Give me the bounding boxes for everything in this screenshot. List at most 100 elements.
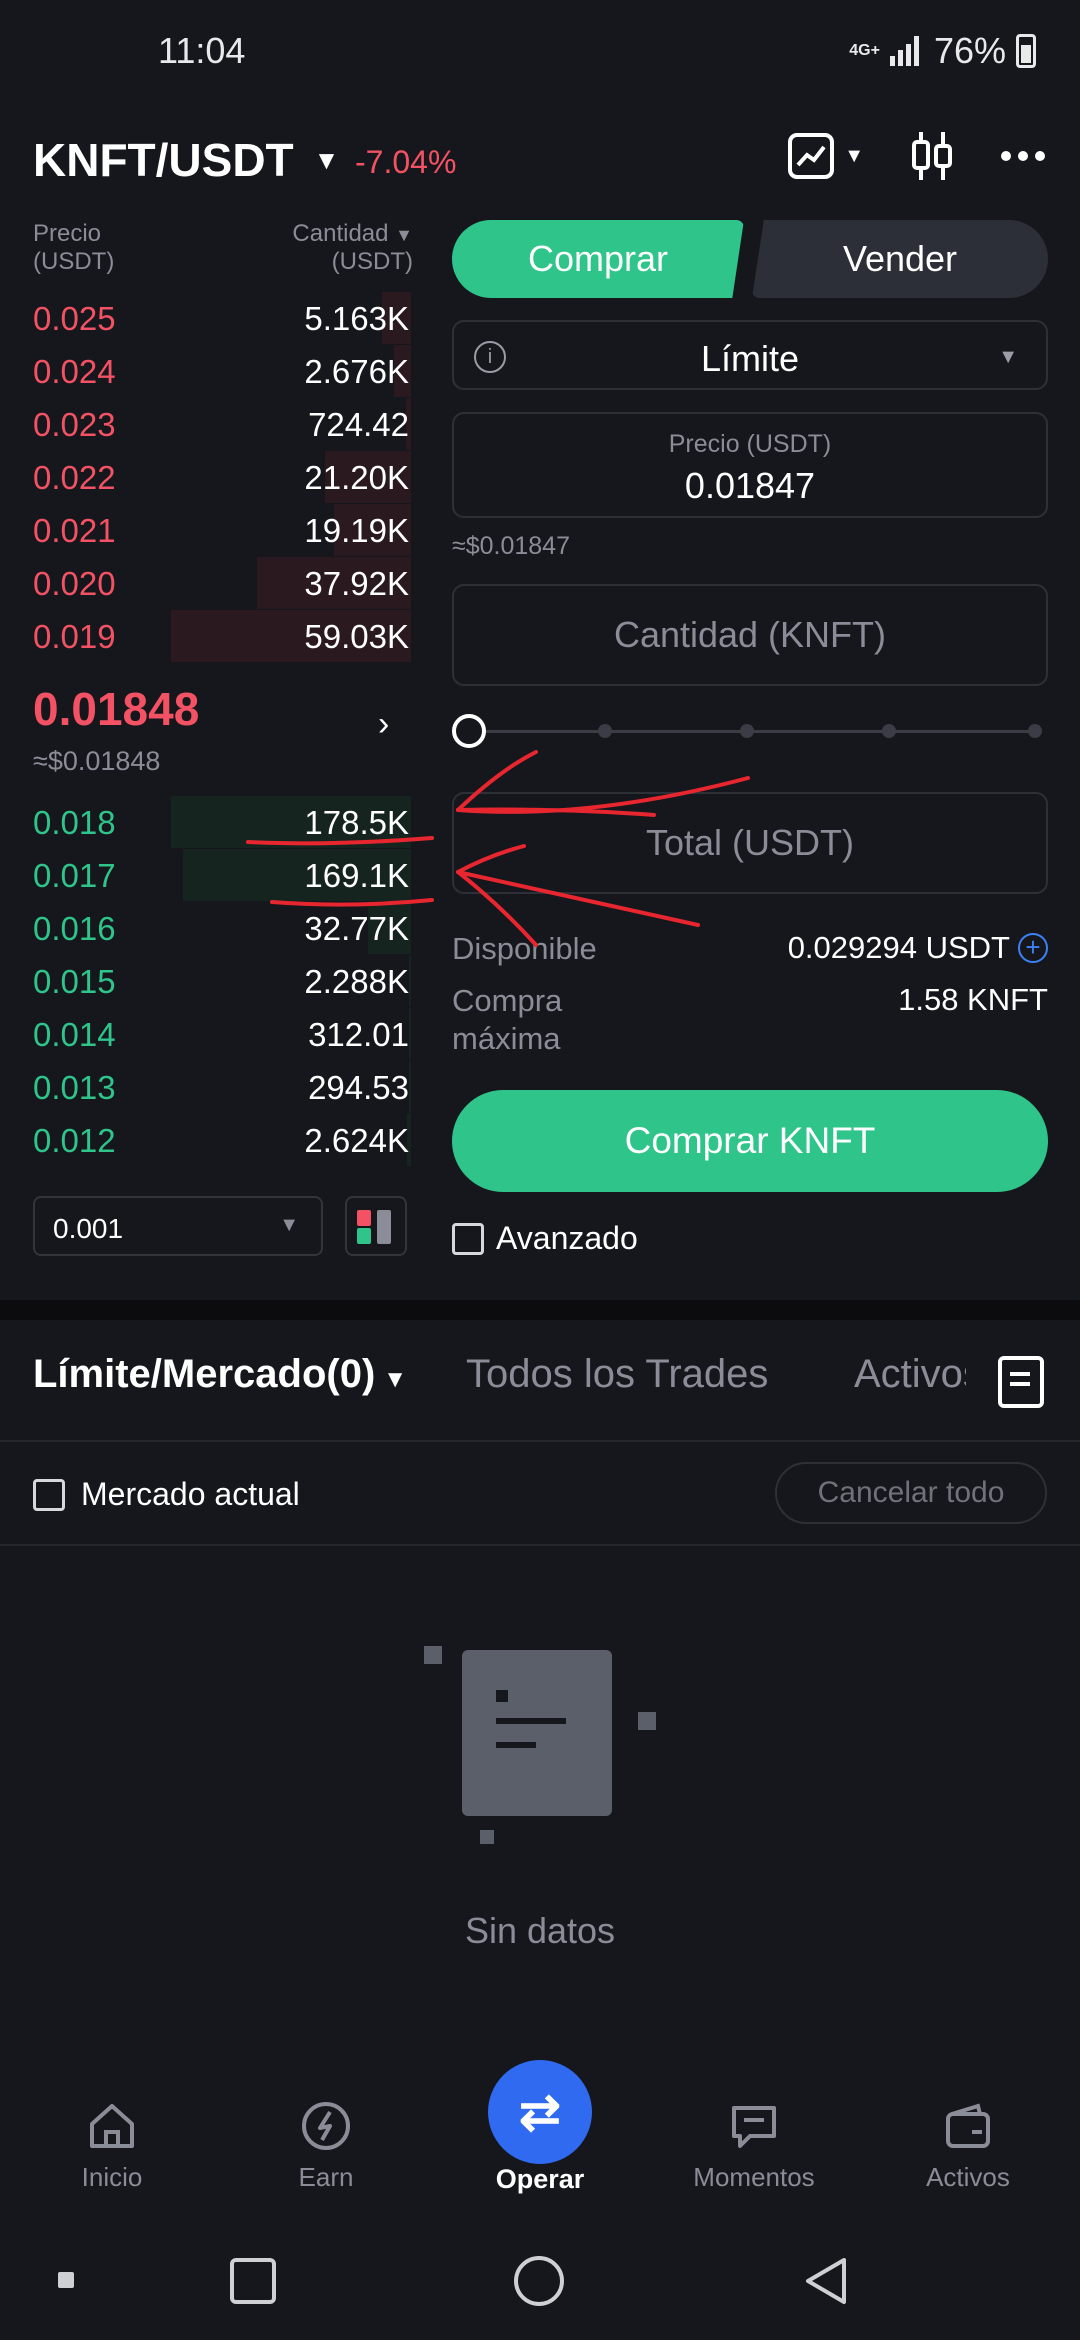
available-value: 0.029294 USDT (787, 930, 1010, 965)
order-history-icon[interactable] (998, 1356, 1044, 1408)
bid-quantity: 32.77K (304, 910, 409, 947)
chevron-right-icon[interactable]: › (378, 705, 389, 744)
pair-selector[interactable]: KNFT/USDT ▼ (33, 133, 339, 187)
bid-price: 0.013 (33, 1069, 116, 1106)
precision-select[interactable]: 0.001 ▼ (33, 1196, 323, 1256)
nav-earn-label: Earn (298, 2162, 354, 2192)
price-change: -7.04% (355, 144, 457, 180)
qty-header-label: Cantidad (292, 220, 389, 247)
caret-down-icon: ▼ (998, 346, 1018, 368)
quantity-input[interactable]: Cantidad (KNFT) (452, 584, 1048, 686)
amount-slider[interactable] (452, 714, 1048, 748)
qty-column-header[interactable]: Cantidad ▼ (USDT) (292, 220, 413, 276)
slider-tick-25[interactable] (598, 724, 612, 738)
bid-row[interactable]: 0.017 169.1K (33, 849, 411, 901)
battery-percent: 76% (933, 30, 1006, 71)
cancel-all-button[interactable]: Cancelar todo (775, 1462, 1047, 1524)
bid-row[interactable]: 0.018 178.5K (33, 796, 411, 848)
swap-icon[interactable]: ⇄ (488, 2060, 592, 2164)
ask-quantity: 19.19K (304, 512, 409, 549)
slider-track (470, 730, 1040, 733)
ask-quantity: 21.20K (304, 459, 409, 496)
nav-moments[interactable]: Momentos (664, 2100, 844, 2193)
more-icon[interactable] (1000, 150, 1046, 162)
ask-row[interactable]: 0.024 2.676K (33, 345, 411, 397)
nav-assets-label: Activos (926, 2162, 1010, 2192)
current-market-filter[interactable]: Mercado actual (33, 1476, 300, 1513)
tab-sell[interactable]: Vender (752, 220, 1048, 298)
caret-down-icon: ▼ (313, 144, 340, 175)
available-row: Disponible 0.029294 USDT + (452, 930, 1048, 970)
ask-row[interactable]: 0.020 37.92K (33, 557, 411, 609)
order-type-select[interactable]: i Límite ▼ (452, 320, 1048, 390)
ask-price: 0.019 (33, 618, 116, 655)
price-input-value: 0.01847 (684, 465, 816, 506)
ask-row[interactable]: 0.021 19.19K (33, 504, 411, 556)
checkbox-icon[interactable] (33, 1478, 65, 1511)
caret-down-icon: ▼ (395, 225, 413, 245)
recents-icon[interactable] (230, 2258, 276, 2304)
last-price-usd: ≈$0.01848 (33, 746, 161, 776)
empty-decoration (480, 1830, 494, 1844)
network-indicator: 4G+ (849, 42, 880, 59)
buy-button[interactable]: Comprar KNFT (452, 1090, 1048, 1192)
ask-quantity: 724.42 (308, 406, 409, 443)
bid-price: 0.014 (33, 1016, 116, 1053)
ask-price: 0.022 (33, 459, 116, 496)
caret-down-icon: ▼ (844, 144, 864, 167)
bid-row[interactable]: 0.016 32.77K (33, 902, 411, 954)
bid-price: 0.018 (33, 804, 116, 841)
bid-quantity: 294.53 (308, 1069, 409, 1106)
tab-open-orders[interactable]: Límite/Mercado(0) ▼ (33, 1352, 407, 1397)
wallet-icon (946, 2103, 990, 2148)
plus-circle-icon[interactable]: + (1018, 933, 1048, 963)
ask-price: 0.024 (33, 353, 116, 390)
advanced-label: Avanzado (496, 1220, 638, 1256)
total-input[interactable]: Total (USDT) (452, 792, 1048, 894)
max-buy-row: Compra máxima 1.58 KNFT (452, 982, 1048, 1062)
max-buy-value: 1.58 KNFT (898, 982, 1048, 1017)
ask-price: 0.023 (33, 406, 116, 443)
tab-all-trades[interactable]: Todos los Trades (466, 1352, 768, 1397)
bid-quantity: 169.1K (304, 857, 409, 894)
bid-row[interactable]: 0.015 2.288K (33, 955, 411, 1007)
bid-row[interactable]: 0.013 294.53 (33, 1061, 411, 1113)
ask-row[interactable]: 0.019 59.03K (33, 610, 411, 662)
max-buy-label: Compra máxima (452, 982, 562, 1058)
price-input[interactable]: Precio (USDT) 0.01847 (452, 412, 1048, 518)
ask-row[interactable]: 0.022 21.20K (33, 451, 411, 503)
candlestick-icon[interactable] (910, 132, 954, 180)
ask-quantity: 37.92K (304, 565, 409, 602)
bid-row[interactable]: 0.014 312.01 (33, 1008, 411, 1060)
orderbook-layout-button[interactable] (345, 1196, 407, 1256)
ask-row[interactable]: 0.025 5.163K (33, 292, 411, 344)
chat-icon (732, 2106, 776, 2148)
nav-trade-label[interactable]: Operar (450, 2164, 630, 2195)
precision-value: 0.001 (53, 1213, 124, 1244)
home-button-icon[interactable] (514, 2256, 564, 2306)
layout-bid-icon (357, 1228, 371, 1244)
checkbox-icon[interactable] (452, 1222, 484, 1255)
slider-tick-100[interactable] (1028, 724, 1042, 738)
chart-button[interactable]: ▼ (788, 133, 864, 179)
tab-buy[interactable]: Comprar (452, 220, 744, 298)
price-usd-approx: ≈$0.01847 (452, 532, 570, 560)
bid-row[interactable]: 0.012 2.624K (33, 1114, 411, 1166)
slider-tick-50[interactable] (740, 724, 754, 738)
header-actions: ▼ (788, 132, 1046, 180)
nav-earn[interactable]: Earn (236, 2100, 416, 2193)
bid-depth-bar (409, 955, 411, 1007)
slider-tick-75[interactable] (882, 724, 896, 738)
status-time: 11:04 (158, 30, 246, 71)
tab-assets[interactable]: Activos (854, 1352, 966, 1397)
ask-row[interactable]: 0.023 724.42 (33, 398, 411, 450)
nav-assets[interactable]: Activos (878, 2100, 1058, 2193)
nav-home[interactable]: Inicio (22, 2100, 202, 2193)
section-divider (0, 1300, 1080, 1320)
available-label: Disponible (452, 931, 597, 966)
back-icon[interactable] (800, 2254, 850, 2308)
slider-knob[interactable] (452, 714, 486, 748)
advanced-toggle[interactable]: Avanzado (452, 1220, 638, 1257)
caret-down-icon: ▼ (279, 1214, 299, 1236)
menu-dot-icon[interactable] (58, 2272, 74, 2288)
